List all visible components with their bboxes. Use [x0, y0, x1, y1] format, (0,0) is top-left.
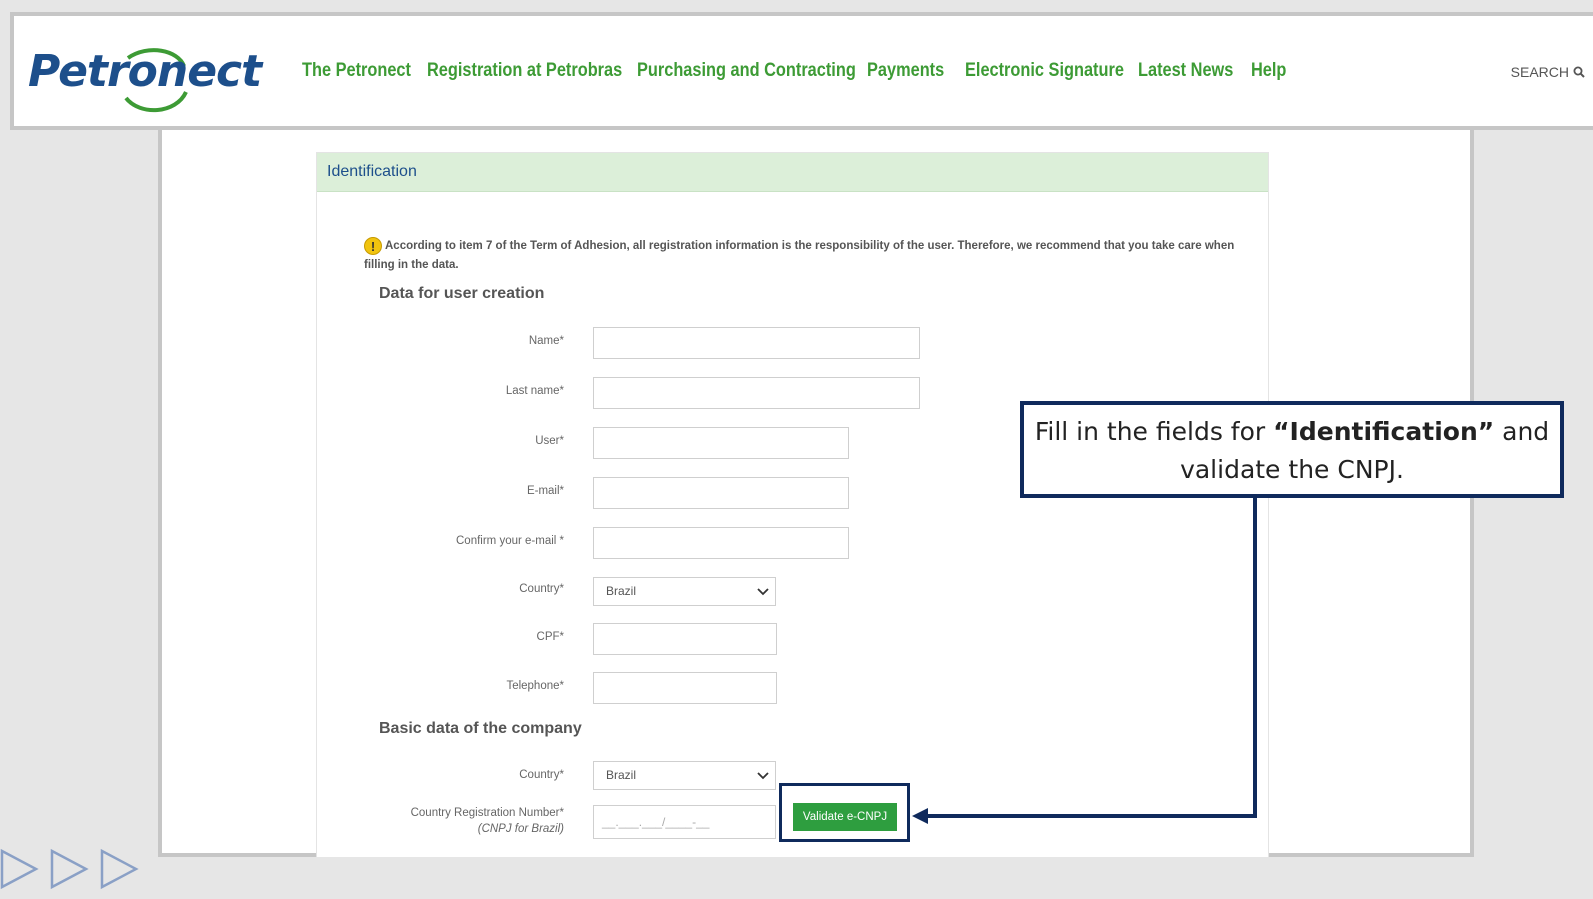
responsibility-notice: ! According to item 7 of the Term of Adhe…: [364, 237, 1244, 275]
nav-item-payments[interactable]: Payments: [867, 60, 944, 82]
play-arrow-icon: [100, 848, 139, 890]
user-input[interactable]: [593, 427, 849, 459]
nav-item-electronic-signature[interactable]: Electronic Signature: [965, 60, 1124, 82]
company-section-title: Basic data of the company: [379, 720, 582, 737]
telephone-input[interactable]: [593, 672, 777, 704]
registration-number-sublabel: (CNPJ for Brazil): [477, 823, 564, 835]
confirm-email-input[interactable]: [593, 527, 849, 559]
main-nav: The Petronect Registration at Petrobras …: [302, 60, 1315, 82]
telephone-label: Telephone*: [506, 680, 564, 692]
nav-item-purchasing[interactable]: Purchasing and Contracting: [637, 60, 856, 82]
site-header: Petronect The Petronect Registration at …: [10, 12, 1593, 130]
search-label: SEARCH: [1510, 64, 1569, 80]
nav-item-the-petronect[interactable]: The Petronect: [302, 60, 411, 82]
play-arrow-icon: [50, 848, 89, 890]
warning-icon: !: [364, 237, 382, 255]
search-icon: [1573, 66, 1585, 78]
last-name-input[interactable]: [593, 377, 920, 409]
notice-text: According to item 7 of the Term of Adhes…: [364, 240, 1235, 272]
company-country-label: Country*: [519, 769, 564, 781]
country-select[interactable]: Brazil: [593, 577, 776, 606]
validate-ecnpj-button[interactable]: Validate e-CNPJ: [793, 803, 897, 831]
cnpj-input-placeholder: __.___.___/____-__: [602, 815, 710, 829]
search-link[interactable]: SEARCH: [1511, 64, 1585, 80]
cnpj-input[interactable]: __.___.___/____-__: [593, 805, 776, 839]
country-select-value: Brazil: [606, 584, 637, 598]
company-country-select-value: Brazil: [606, 768, 637, 782]
callout-text-before: Fill in the fields for: [1034, 417, 1274, 446]
name-input[interactable]: [593, 327, 920, 359]
country-label: Country*: [519, 583, 564, 595]
petronect-logo[interactable]: Petronect: [28, 44, 268, 114]
nav-item-registration[interactable]: Registration at Petrobras: [427, 60, 622, 82]
decorative-play-arrows: [0, 848, 139, 890]
validate-highlight-box: Validate e-CNPJ: [779, 783, 910, 842]
instruction-callout: Fill in the fields for “Identification” …: [1020, 401, 1564, 498]
chevron-down-icon: [757, 772, 769, 780]
email-input[interactable]: [593, 477, 849, 509]
name-label: Name*: [528, 335, 564, 347]
chevron-down-icon: [757, 588, 769, 596]
user-section-title: Data for user creation: [379, 285, 545, 302]
cpf-label: CPF*: [536, 631, 564, 643]
confirm-email-label: Confirm your e-mail *: [456, 535, 564, 547]
user-label: User*: [535, 435, 564, 447]
email-label: E-mail*: [526, 485, 564, 497]
nav-item-latest-news[interactable]: Latest News: [1138, 60, 1233, 82]
nav-item-help[interactable]: Help: [1251, 60, 1286, 82]
callout-text-bold: “Identification”: [1273, 417, 1495, 446]
play-arrow-icon: [0, 848, 39, 890]
form-section-header: Identification: [317, 153, 1268, 192]
last-name-label: Last name*: [505, 385, 564, 397]
registration-number-label-text: Country Registration Number*: [410, 807, 564, 819]
registration-number-label: Country Registration Number* (CNPJ for B…: [364, 805, 564, 837]
company-country-select[interactable]: Brazil: [593, 761, 776, 790]
identification-form: Identification ! According to item 7 of t…: [316, 152, 1269, 857]
cpf-input[interactable]: [593, 623, 777, 655]
logo-text: Petronect: [28, 46, 262, 97]
